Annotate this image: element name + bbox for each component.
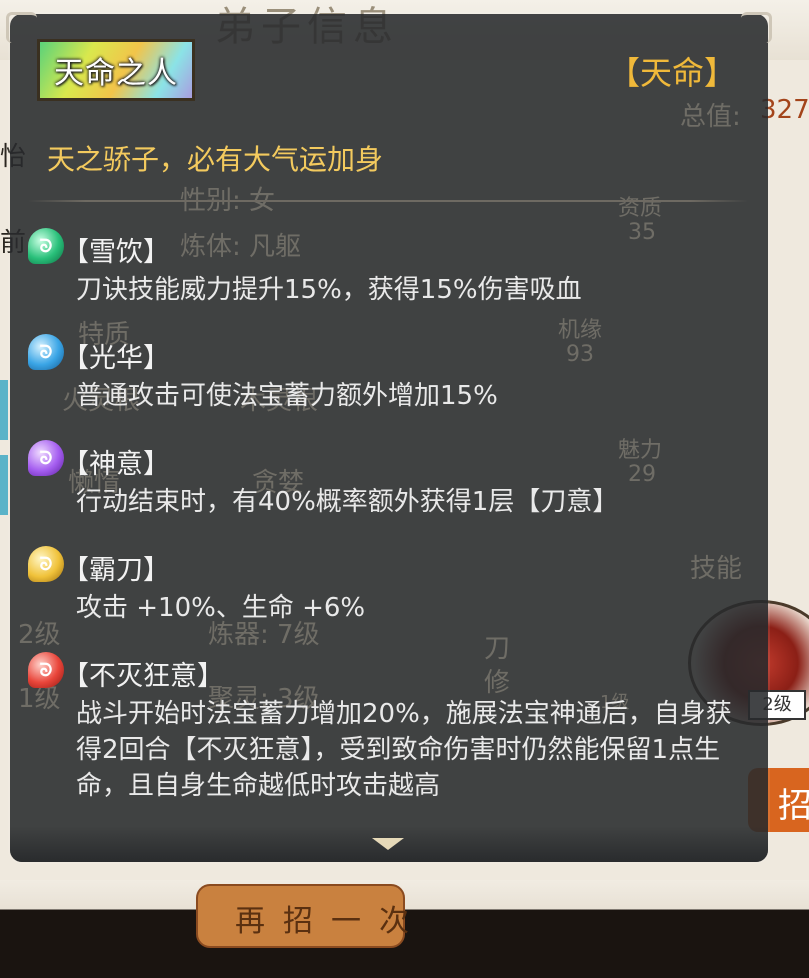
- gold-flame-icon: ᘐ: [28, 546, 64, 582]
- corner-ornament: [741, 12, 772, 43]
- trait-description: 攻击 +10%、生命 +6%: [76, 593, 366, 623]
- trait-description: 行动结束时，有40%概率额外获得1层【刀意】: [76, 487, 619, 517]
- trait-description: 战斗开始时法宝蓄力增加20%，施展法宝神通后，自身获得2回合【不灭狂意】，受到致…: [76, 699, 732, 801]
- trait-name: 【雪饮】: [62, 237, 170, 268]
- title-description: 天之骄子，必有大气运加身: [47, 143, 384, 176]
- title-badge-text: 天命之人: [54, 56, 178, 91]
- trait-item: ᘐ 【雪饮】 刀诀技能威力提升15%，获得15%伤害吸血: [28, 226, 748, 308]
- aptitude-label: 资质: [618, 196, 663, 221]
- trait-item: ᘐ 【光华】 普通攻击可使法宝蓄力额外增加15%: [28, 332, 748, 414]
- trait-item: ᘐ 【不灭狂意】 战斗开始时法宝蓄力增加20%，施展法宝神通后，自身获得2回合【…: [28, 650, 748, 830]
- purple-flame-icon: ᘐ: [28, 440, 64, 476]
- trait-name: 【光华】: [62, 343, 170, 374]
- rank-label: 【天命】: [607, 54, 736, 92]
- trait-description: 普通攻击可使法宝蓄力额外增加15%: [76, 381, 498, 411]
- trait-description: 刀诀技能威力提升15%，获得15%伤害吸血: [76, 275, 582, 305]
- destiny-title-badge: 天命之人: [37, 39, 195, 101]
- trait-name: 【霸刀】: [62, 555, 170, 586]
- recruit-button-label: 招: [778, 786, 809, 826]
- side-card[interactable]: [0, 455, 8, 515]
- side-card[interactable]: [0, 380, 8, 440]
- corner-ornament: [6, 12, 37, 43]
- trait-item: ᘐ 【霸刀】 攻击 +10%、生命 +6%: [28, 544, 748, 626]
- divider: [28, 200, 748, 202]
- blue-flame-icon: ᘐ: [28, 334, 64, 370]
- scroll-down-icon[interactable]: [372, 838, 404, 850]
- trait-name: 【神意】: [62, 449, 170, 480]
- trait-name: 【不灭狂意】: [62, 661, 224, 692]
- recruit-again-label: 再招一次: [235, 904, 427, 939]
- gender-text: 性别: 女: [180, 186, 276, 216]
- red-flame-icon: ᘐ: [28, 652, 64, 688]
- trait-item: ᘐ 【神意】 行动结束时，有40%概率额外获得1层【刀意】: [28, 438, 748, 520]
- trait-detail-popup[interactable]: 总值: 性别: 女 炼体: 凡躯 特质 资质 35 机缘 93 魅力 29 火灵…: [6, 12, 772, 862]
- total-value-label: 总值:: [680, 102, 741, 132]
- green-flame-icon: ᘐ: [28, 228, 64, 264]
